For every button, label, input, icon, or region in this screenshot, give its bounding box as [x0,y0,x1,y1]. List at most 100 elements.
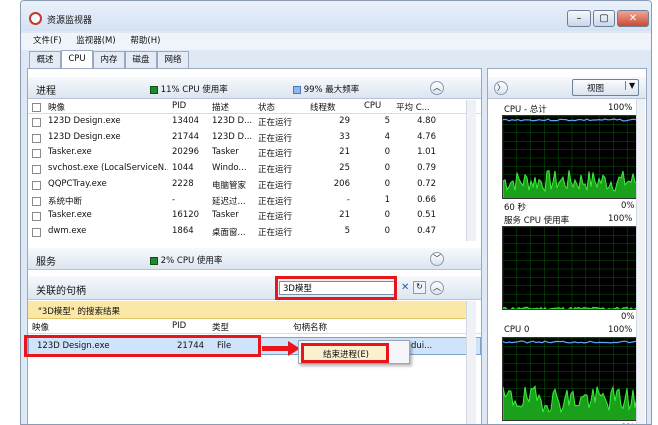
process-cpu-cell: 4 [384,131,390,142]
process-status-cell: 正在运行 [258,165,293,176]
process-row[interactable]: Tasker.exe 16120 Tasker 正在运行 21 0 0.51 [28,209,466,225]
process-image-cell: Tasker.exe [48,210,92,221]
process-checkbox[interactable] [32,133,41,143]
process-average-cpu-cell: 4.80 [417,116,436,126]
maximize-button[interactable]: ▢ [593,10,615,27]
processes-title: 进程 [36,86,56,97]
process-threads-cell: 29 [339,116,350,126]
cpu-usage-indicator: 11% CPU 使用率 [150,83,228,95]
menu-file[interactable]: 文件(F) [33,33,62,50]
process-checkbox[interactable] [32,196,41,206]
process-description-cell: 123D D... [212,131,253,142]
process-cpu-cell: 5 [384,116,390,126]
process-threads-cell: 5 [344,225,350,236]
process-checkbox[interactable] [32,165,41,175]
select-all-checkbox[interactable] [32,103,41,112]
column-threads[interactable]: 线程数 [310,101,336,113]
services-header[interactable]: 服务 2% CPU 使用率 ﹀ [28,248,481,270]
view-dropdown[interactable]: 视图 ▼ [572,79,639,96]
handle-column-type[interactable]: 类型 [212,321,229,333]
process-image-cell: 系统中断 [48,196,83,207]
handle-name-cell: dui... [411,341,433,351]
column-image[interactable]: 映像 [48,101,65,113]
process-threads-cell: 21 [339,147,350,158]
column-status[interactable]: 状态 [258,101,275,113]
process-description-cell: 延迟过... [212,196,246,207]
window-title: 资源监视器 [47,16,93,26]
process-status-cell: 正在运行 [258,212,293,223]
process-average-cpu-cell: 0.47 [417,225,436,236]
graph-cpu-total-max: 100% [608,103,633,113]
process-row[interactable]: dwm.exe 1864 桌面窗... 正在运行 5 0 0.47 [28,225,466,241]
graphs-panel: 〉 视图 ▼ CPU - 总计 100% 60 秒 0% 服务 CPU 使用率 … [487,68,647,424]
services-expand-button[interactable]: ﹀ [430,252,444,266]
process-checkbox[interactable] [32,212,41,222]
process-checkbox[interactable] [32,180,41,190]
handle-list-scrollbar[interactable] [466,301,476,424]
column-pid[interactable]: PID [172,101,186,111]
process-threads-cell: - [346,194,350,205]
graphs-collapse-button[interactable]: 〉 [494,81,508,95]
handles-collapse-button[interactable]: ︿ [430,281,444,295]
tab-cpu[interactable]: CPU [61,50,93,68]
graph-cpu-total-plot [503,116,639,198]
handles-header[interactable]: 关联的句柄 ✕ ↻ ︿ [28,276,481,300]
process-threads-cell: 206 [333,178,350,189]
clear-search-icon[interactable]: ✕ [401,282,409,293]
column-average-cpu[interactable]: 平均 C... [396,101,430,113]
process-row[interactable]: Tasker.exe 20296 Tasker 正在运行 21 0 1.01 [28,146,466,162]
process-row[interactable]: QQPCTray.exe 2228 电脑管家 正在运行 206 0 0.72 [28,178,466,194]
process-threads-cell: 21 [339,210,350,221]
view-label: 视图 [587,84,605,94]
column-cpu[interactable]: CPU [364,101,381,111]
close-button[interactable]: ✕ [617,10,649,27]
search-results-bar: "3D模型" 的搜索结果 [28,301,466,319]
tab-overview[interactable]: 概述 [29,51,61,68]
process-status-cell: 正在运行 [258,227,293,238]
graph-service-cpu-plot [503,227,639,309]
process-average-cpu-cell: 0.51 [417,210,436,221]
process-pid-cell: 13404 [172,116,200,126]
menu-monitor[interactable]: 监视器(M) [76,33,115,50]
graphs-header: 〉 视图 ▼ [488,77,646,99]
resource-monitor-window: 资源监视器 – ▢ ✕ 文件(F) 监视器(M) 帮助(H) 概述 CPU 内存… [20,0,652,425]
process-row[interactable]: 123D Design.exe 13404 123D D... 正在运行 29 5 4.80 [28,115,466,131]
arrow-icon [262,341,300,356]
process-checkbox[interactable] [32,227,41,237]
search-highlight-box [275,276,397,300]
handle-column-header: 映像 PID 类型 句柄名称 [28,320,481,334]
refresh-icon[interactable]: ↻ [413,281,426,294]
tab-memory[interactable]: 内存 [93,51,125,68]
cpu-usage-text: 11% CPU 使用率 [160,85,228,95]
processes-header[interactable]: 进程 11% CPU 使用率 99% 最大频率 ︿ [28,77,481,99]
tab-disk[interactable]: 磁盘 [125,51,157,68]
process-row[interactable]: svchost.exe (LocalServiceN... 1044 Windo..… [28,162,466,178]
end-process-label: 结束进程(E) [323,350,370,360]
handle-column-image[interactable]: 映像 [32,321,49,333]
processes-collapse-button[interactable]: ︿ [430,81,444,95]
menu-help[interactable]: 帮助(H) [130,33,160,50]
process-pid-cell: 2228 [172,178,194,189]
process-list-scrollbar[interactable] [466,100,476,241]
process-checkbox[interactable] [32,149,41,159]
graph-service-cpu [502,226,640,310]
main-panel: 进程 11% CPU 使用率 99% 最大频率 ︿ 映像 PID 描述 状态 线… [24,68,482,424]
column-description[interactable]: 描述 [212,101,229,113]
process-image-cell: QQPCTray.exe [48,178,107,189]
graph-cpu0-plot [503,338,639,420]
process-list: 123D Design.exe 13404 123D D... 正在运行 29 5 4.80… [28,115,466,241]
tab-network[interactable]: 网络 [157,51,189,68]
handle-column-name[interactable]: 句柄名称 [293,321,327,333]
process-description-cell: 桌面窗... [212,227,246,238]
end-process-menu-item[interactable]: 结束进程(E) [301,343,389,363]
minimize-button[interactable]: – [567,10,591,27]
process-checkbox[interactable] [32,118,41,127]
process-row[interactable]: 系统中断 - 延迟过... 正在运行 - 1 0.66 [28,194,466,210]
graphs-scrollbar[interactable] [636,99,645,424]
process-row[interactable]: 123D Design.exe 21744 123D D... 正在运行 33 4 4.76 [28,131,466,147]
graph-time-span: 60 秒 [504,203,527,213]
cpu-usage-swatch [150,85,158,94]
process-threads-cell: 25 [339,163,350,174]
handle-column-pid[interactable]: PID [172,321,186,331]
process-status-cell: 正在运行 [258,196,293,207]
